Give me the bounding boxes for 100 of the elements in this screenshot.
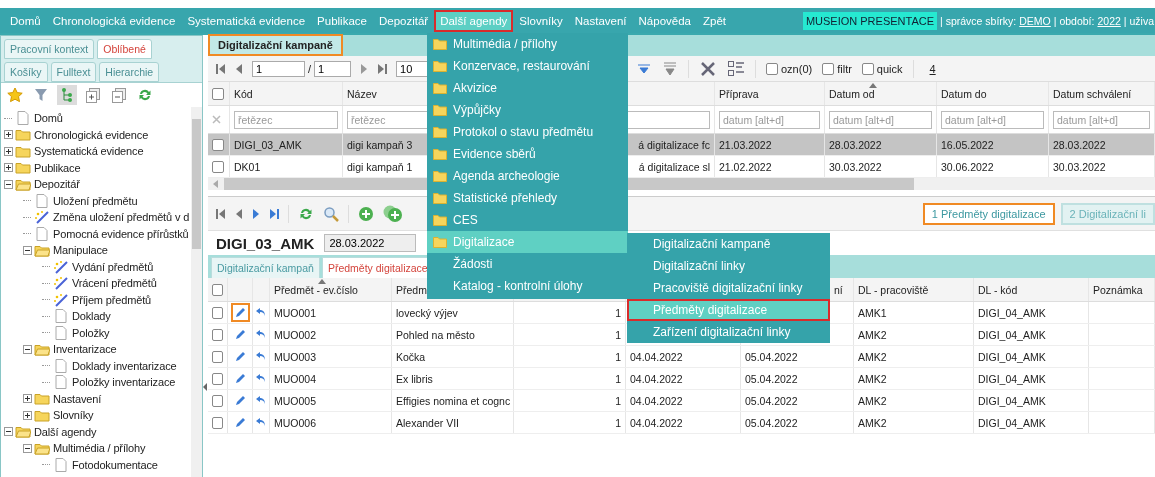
add-icon[interactable] [358,205,374,222]
table-cell: digi kampaň 1 [347,160,413,173]
checkbox[interactable] [766,62,778,75]
checkbox[interactable] [212,160,224,173]
column-header[interactable]: Kód [234,87,253,100]
page-count-field[interactable]: 1 [314,60,352,77]
tree-item[interactable]: Fotodokumentace [72,458,158,471]
tree-item[interactable]: Uložení předmětu [53,194,138,207]
undo-icon[interactable] [256,330,266,339]
tree-item[interactable]: Publikace [34,161,81,174]
filter-field[interactable]: řetězec [234,110,338,129]
tree-item[interactable]: Příjem předmětů [72,293,152,306]
tree-item[interactable]: Položky [72,326,110,339]
tree-item[interactable]: Manipulace [53,244,108,257]
next-page-icon[interactable] [360,62,369,75]
tree-item[interactable]: Slovníky [53,409,94,422]
column-header[interactable]: Název [347,87,377,100]
expander-icon[interactable] [23,245,32,255]
checkbox[interactable] [212,416,223,429]
expander-icon[interactable] [23,410,32,420]
tree-item[interactable]: Další agendy [34,425,97,438]
undo-icon[interactable] [256,308,266,317]
column-header[interactable]: Příprava [719,87,759,100]
sidebar-tab[interactable]: Pracovní kontext [4,39,95,59]
tree-item[interactable]: Inventarizace [53,343,117,356]
last-page-icon[interactable] [377,62,388,75]
checkbox[interactable] [822,62,835,75]
tree-item[interactable]: Vydání předmětů [72,260,154,273]
filter-field[interactable]: datum [alt+d] [941,110,1044,129]
checkbox[interactable] [212,372,223,385]
expander-icon[interactable] [4,130,13,140]
checkbox[interactable] [212,394,223,407]
undo-icon[interactable] [256,352,266,361]
column-header[interactable]: Předm [396,283,427,296]
page-input[interactable]: 1 [252,60,305,77]
count-link[interactable]: 4 [923,62,942,75]
checkbox[interactable] [212,328,223,341]
tree-item[interactable]: Nastavení [53,392,102,405]
star-icon[interactable] [5,85,25,105]
checkbox[interactable] [212,138,224,151]
filter-field[interactable]: datum [alt+d] [719,110,820,129]
tools-icon[interactable] [699,59,717,78]
column-header[interactable]: ní [834,283,843,296]
expand-all-icon[interactable] [83,85,103,105]
filter-field[interactable]: datum [alt+d] [829,110,932,129]
column-header[interactable]: Předmět - ev.číslo [274,283,358,296]
column-header[interactable]: Datum schválení [1053,87,1132,100]
filter-icon[interactable] [636,62,652,75]
expander-icon[interactable] [23,443,32,453]
column-header[interactable]: DL - kód [978,283,1018,296]
sidebar-tab[interactable]: Hierarchie [99,62,160,82]
undo-icon[interactable] [256,418,266,427]
tree-item[interactable]: Položky inventarizace [72,376,176,389]
tree-item[interactable]: Systematická evidence [34,145,144,158]
last-page-icon[interactable] [269,207,279,220]
add-multiple-icon[interactable] [383,204,403,223]
columns-icon[interactable] [727,59,745,78]
next-page-icon[interactable] [252,207,260,220]
sidebar-tab[interactable]: Oblíbené [97,39,152,59]
undo-icon[interactable] [256,396,266,405]
filter-field[interactable]: datum [alt+d] [1053,110,1150,129]
column-header[interactable]: DL - pracoviště [858,283,929,296]
clear-filter-icon[interactable] [662,61,678,76]
column-header[interactable]: Poznámka [1093,283,1143,296]
checkbox[interactable] [861,62,874,75]
detail-tab[interactable]: 1 Předměty digitalizace [922,202,1055,225]
tree-item[interactable]: Vrácení předmětů [72,277,157,290]
checkbox[interactable] [212,350,223,363]
expander-icon[interactable] [4,163,13,173]
tree-item[interactable]: Doklady [72,310,111,323]
sidebar-tab[interactable]: Fulltext [50,62,97,82]
tree-item[interactable]: Multimédia / přílohy [53,442,146,455]
first-page-icon[interactable] [216,62,226,75]
first-page-icon[interactable] [216,207,226,220]
checkbox[interactable] [212,306,223,319]
tree-item[interactable]: Chronologická evidence [34,128,149,141]
tree-item[interactable]: Doklady inventarizace [72,359,177,372]
scrollbar[interactable] [191,107,202,477]
checkbox[interactable] [212,283,223,296]
tree-item[interactable]: Domů [34,112,63,125]
expander-icon[interactable] [4,427,13,437]
sidebar-tab[interactable]: Košíky [4,62,48,82]
column-header[interactable]: Datum od [829,87,875,100]
edit-icon[interactable] [230,303,250,322]
search-icon[interactable] [323,205,339,222]
previous-page-icon[interactable] [235,207,243,220]
expander-icon[interactable] [4,179,13,189]
undo-icon[interactable] [256,374,266,383]
column-header[interactable]: Datum do [941,87,987,100]
collapse-all-icon[interactable] [109,85,129,105]
tree-item[interactable]: Pomocná evidence přírůstků [53,227,189,240]
previous-page-icon[interactable] [235,62,243,75]
tree-item[interactable]: Změna uložení předmětů v d [53,211,190,224]
tree-item[interactable]: Depozitář [34,178,80,191]
date-field[interactable]: 28.03.2022 [324,234,417,252]
expander-icon[interactable] [23,344,32,354]
expander-icon[interactable] [4,146,13,156]
tree-icon[interactable] [57,85,77,105]
expander-icon[interactable] [23,394,32,404]
checkbox[interactable] [212,87,224,100]
